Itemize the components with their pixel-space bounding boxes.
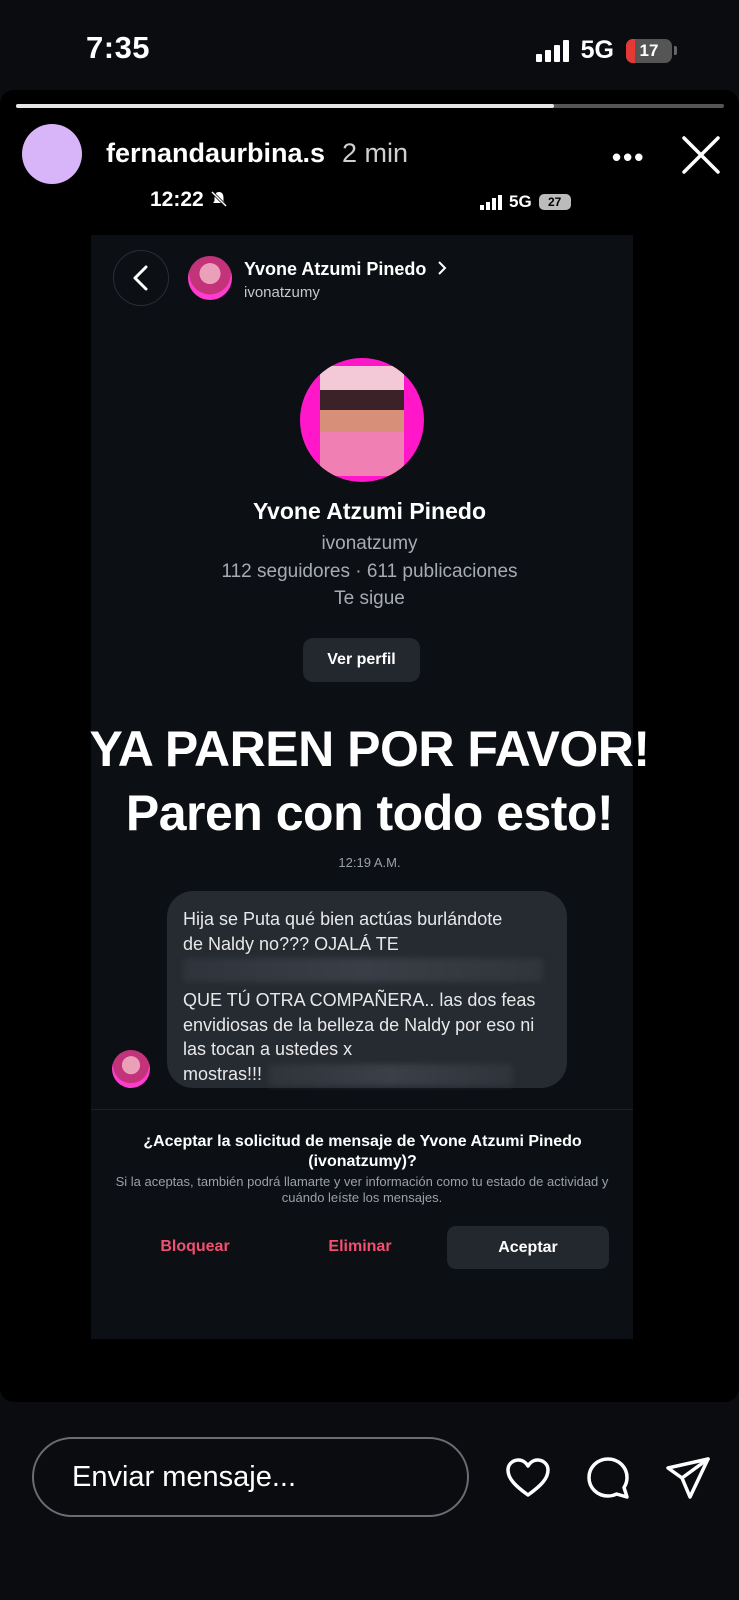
message-line: Hija se Puta qué bien actúas burlándote — [183, 909, 503, 929]
delete-button[interactable]: Eliminar — [310, 1238, 410, 1256]
inner-status-time: 12:22 — [150, 188, 228, 212]
heart-icon[interactable] — [504, 1454, 552, 1502]
message-timestamp: 12:19 A.M. — [338, 855, 401, 870]
story-author-avatar[interactable] — [22, 124, 82, 184]
censored-text — [183, 958, 543, 982]
share-icon[interactable] — [664, 1454, 712, 1502]
status-time: 7:35 — [86, 30, 151, 65]
sender-avatar — [112, 1050, 150, 1088]
bell-off-icon — [210, 190, 227, 208]
ellipsis-icon[interactable]: ••• — [612, 142, 645, 173]
message-paragraph: QUE TÚ OTRA COMPAÑERA.. las dos feas env… — [183, 990, 536, 1059]
request-question: ¿Aceptar la solicitud de mensaje de Yvon… — [143, 1133, 582, 1170]
battery-icon: 27 — [538, 194, 571, 210]
divider — [91, 1109, 633, 1110]
chat-header-name[interactable]: Yvone Atzumi Pinedo — [244, 259, 447, 280]
profile-avatar[interactable] — [300, 358, 424, 482]
follows-you-label: Te sigue — [334, 588, 405, 609]
message-line: de Naldy no??? OJALÁ TE — [183, 933, 399, 954]
signal-icon — [480, 194, 502, 210]
signal-icon — [535, 39, 569, 62]
story-progress-bar — [16, 104, 724, 108]
back-button[interactable] — [113, 250, 169, 306]
block-button[interactable]: Bloquear — [140, 1238, 250, 1256]
status-indicators: 5G 17 — [535, 36, 677, 65]
network-label: 5G — [580, 36, 614, 64]
close-icon[interactable] — [680, 134, 722, 176]
message-bubble[interactable]: Hija se Puta qué bien actúas burlándote … — [167, 891, 567, 1088]
chevron-left-icon — [133, 265, 148, 291]
chevron-right-icon — [438, 261, 447, 275]
view-profile-button[interactable]: Ver perfil — [303, 638, 420, 682]
chat-avatar[interactable] — [188, 256, 232, 300]
censored-text — [268, 1063, 514, 1086]
battery-icon: 17 — [626, 38, 672, 63]
story-time-ago: 2 min — [342, 138, 409, 168]
message-last-line: mostras!!! — [183, 1062, 551, 1087]
story-username[interactable]: fernandaurbina.s — [106, 138, 325, 169]
overlay-text-line1: YA PAREN POR FAVOR! — [89, 721, 650, 777]
accept-button[interactable]: Aceptar — [447, 1226, 609, 1269]
request-subtitle: Si la aceptas, también podrá llamarte y … — [115, 1174, 609, 1205]
overlay-text-line2: Paren con todo esto! — [125, 785, 614, 841]
send-message-input[interactable] — [32, 1437, 469, 1517]
profile-stats: 112 seguidores · 611 publicaciones — [221, 561, 518, 582]
chat-header-username: ivonatzumy — [244, 284, 320, 301]
comment-icon[interactable] — [584, 1454, 632, 1502]
profile-username: ivonatzumy — [321, 533, 418, 554]
profile-name: Yvone Atzumi Pinedo — [252, 498, 486, 524]
inner-status-indicators: 5G 27 — [480, 192, 571, 212]
story-progress-fill — [16, 104, 555, 108]
